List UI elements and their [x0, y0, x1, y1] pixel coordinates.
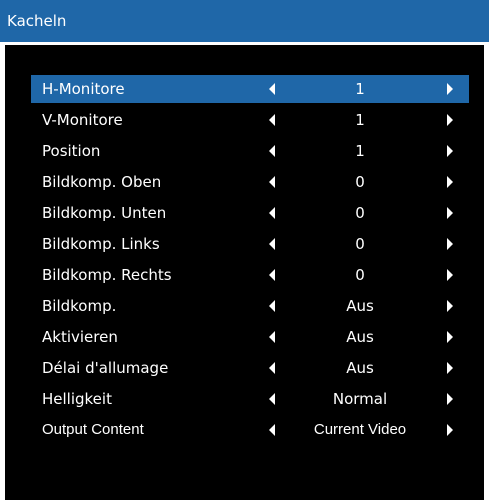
setting-row-helligkeit[interactable]: Helligkeit Normal [31, 385, 469, 413]
decrease-arrow-icon[interactable] [269, 145, 275, 157]
increase-arrow-icon[interactable] [447, 300, 453, 312]
setting-value: Current Video [313, 421, 407, 438]
decrease-arrow-icon[interactable] [269, 331, 275, 343]
decrease-arrow-icon[interactable] [269, 362, 275, 374]
increase-arrow-icon[interactable] [447, 145, 453, 157]
setting-row-delai-allumage[interactable]: Délai d'allumage Aus [31, 354, 469, 382]
setting-label: V-Monitore [42, 111, 123, 129]
decrease-arrow-icon[interactable] [269, 176, 275, 188]
setting-value: 0 [355, 204, 365, 222]
setting-row-bildkomp-rechts[interactable]: Bildkomp. Rechts 0 [31, 261, 469, 289]
increase-arrow-icon[interactable] [447, 114, 453, 126]
setting-row-h-monitore[interactable]: H-Monitore 1 [31, 75, 469, 103]
setting-value: Aus [346, 328, 374, 346]
increase-arrow-icon[interactable] [447, 83, 453, 95]
setting-row-v-monitore[interactable]: V-Monitore 1 [31, 106, 469, 134]
decrease-arrow-icon[interactable] [269, 300, 275, 312]
setting-label: Délai d'allumage [42, 359, 169, 377]
setting-row-aktivieren[interactable]: Aktivieren Aus [31, 323, 469, 351]
decrease-arrow-icon[interactable] [269, 424, 275, 436]
menu-panel: H-Monitore 1 V-Monitore 1 Position 1 Bil… [5, 45, 484, 500]
setting-row-bildkomp-oben[interactable]: Bildkomp. Oben 0 [31, 168, 469, 196]
setting-value: Aus [346, 359, 374, 377]
setting-row-bildkomp-unten[interactable]: Bildkomp. Unten 0 [31, 199, 469, 227]
setting-label: Bildkomp. Links [42, 235, 160, 253]
decrease-arrow-icon[interactable] [269, 238, 275, 250]
setting-value: Normal [332, 390, 388, 408]
increase-arrow-icon[interactable] [447, 362, 453, 374]
decrease-arrow-icon[interactable] [269, 393, 275, 405]
decrease-arrow-icon[interactable] [269, 83, 275, 95]
setting-label: Helligkeit [42, 390, 112, 408]
setting-label: Bildkomp. [42, 297, 117, 315]
setting-value: 1 [355, 111, 365, 129]
setting-row-bildkomp-links[interactable]: Bildkomp. Links 0 [31, 230, 469, 258]
osd-menu: Kacheln H-Monitore 1 V-Monitore 1 Positi… [0, 0, 489, 504]
setting-label: Bildkomp. Oben [42, 173, 162, 191]
increase-arrow-icon[interactable] [447, 238, 453, 250]
setting-value: 0 [355, 235, 365, 253]
setting-value: Aus [346, 297, 374, 315]
increase-arrow-icon[interactable] [447, 331, 453, 343]
setting-value: 0 [355, 266, 365, 284]
setting-label: Bildkomp. Rechts [42, 266, 172, 284]
setting-value: 1 [355, 142, 365, 160]
setting-row-output-content[interactable]: Output Content Current Video [31, 416, 469, 444]
setting-label: H-Monitore [42, 80, 125, 98]
setting-value: 1 [355, 80, 365, 98]
decrease-arrow-icon[interactable] [269, 207, 275, 219]
menu-title-bar: Kacheln [0, 0, 489, 42]
setting-label: Output Content [42, 421, 144, 438]
setting-label: Bildkomp. Unten [42, 204, 167, 222]
decrease-arrow-icon[interactable] [269, 114, 275, 126]
increase-arrow-icon[interactable] [447, 269, 453, 281]
increase-arrow-icon[interactable] [447, 207, 453, 219]
increase-arrow-icon[interactable] [447, 393, 453, 405]
setting-label: Aktivieren [42, 328, 118, 346]
setting-label: Position [42, 142, 101, 160]
increase-arrow-icon[interactable] [447, 176, 453, 188]
setting-row-position[interactable]: Position 1 [31, 137, 469, 165]
setting-value: 0 [355, 173, 365, 191]
menu-title: Kacheln [7, 12, 67, 30]
setting-row-bildkomp[interactable]: Bildkomp. Aus [31, 292, 469, 320]
increase-arrow-icon[interactable] [447, 424, 453, 436]
decrease-arrow-icon[interactable] [269, 269, 275, 281]
